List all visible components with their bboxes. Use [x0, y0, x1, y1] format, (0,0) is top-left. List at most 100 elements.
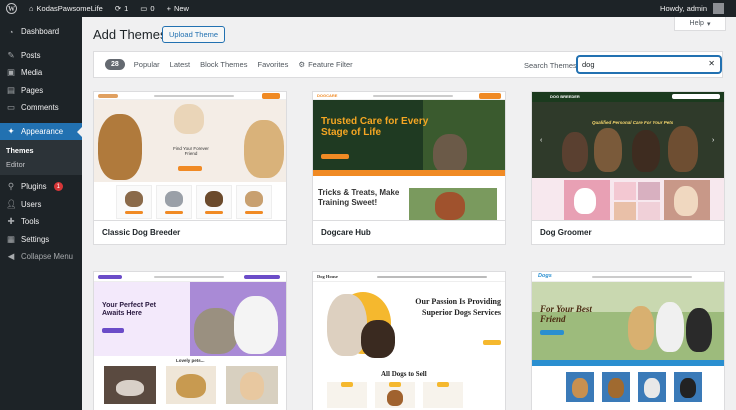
gallery-photo: [664, 180, 710, 220]
screenshot-cta: [321, 154, 349, 159]
theme-screenshot[interactable]: DOG BREEDER Qualified Personal Care For …: [532, 92, 724, 222]
screenshot-header: DOGCARE: [313, 92, 505, 100]
sidebar-item-users[interactable]: 👤︎ Users: [0, 196, 82, 214]
dog-image: [361, 320, 395, 358]
screenshot-logo: DOG BREEDER: [550, 94, 580, 99]
sidebar-item-posts[interactable]: ✎ Posts: [0, 47, 82, 65]
gallery-photo: [614, 202, 636, 220]
theme-card-dog-groomer[interactable]: DOG BREEDER Qualified Personal Care For …: [531, 91, 725, 245]
wordpress-logo-button[interactable]: W: [0, 0, 23, 17]
home-icon: ⌂: [29, 4, 34, 13]
search-value: dog: [582, 60, 595, 69]
avatar: [713, 3, 724, 14]
sidebar-item-plugins[interactable]: ⚲ Plugins 1: [0, 178, 82, 196]
sidebar-item-label: Pages: [21, 85, 44, 95]
sidebar-item-appearance[interactable]: ✦ Appearance: [0, 122, 82, 140]
pin-icon: ✎: [7, 49, 15, 60]
dog-image-center: [174, 104, 204, 134]
theme-screenshot[interactable]: Your Perfect Pet Awaits Here Lovely pets…: [94, 272, 286, 410]
site-name-link[interactable]: ⌂ KodasPawsomeLife: [23, 0, 109, 17]
gallery-photo: [614, 182, 636, 200]
updates-link[interactable]: ⟳ 1: [109, 0, 134, 17]
my-account-link[interactable]: Howdy, admin: [654, 0, 730, 17]
users-icon: 👤︎: [6, 198, 17, 209]
help-label: Help: [689, 20, 704, 27]
product-card: [236, 185, 272, 219]
screenshot-title: Your Perfect Pet Awaits Here: [102, 302, 156, 317]
screenshot-cta: [178, 166, 202, 171]
gallery-photo: [602, 372, 630, 402]
sidebar-item-media[interactable]: ▣ Media: [0, 64, 82, 82]
theme-card-dogcare-hub[interactable]: DOGCARE Trusted Care for Every Stage of …: [312, 91, 506, 245]
theme-card-6[interactable]: Dogs For Your Best Friend: [531, 271, 725, 410]
tools-icon: ✚: [7, 216, 15, 227]
sidebar-item-pages[interactable]: ▤ Pages: [0, 82, 82, 100]
howdy-text: Howdy, admin: [660, 4, 707, 13]
clear-search-icon[interactable]: ✕: [708, 59, 715, 68]
gallery-photo: [566, 372, 594, 402]
sidebar-item-label: Comments: [21, 103, 59, 113]
screenshot-header: [94, 272, 286, 282]
dog-image-left: [98, 114, 142, 180]
plugins-update-badge: 1: [53, 182, 63, 192]
product-photo: [226, 366, 278, 404]
appearance-submenu: Themes Editor: [0, 140, 82, 175]
theme-filter-bar: 28 Popular Latest Block Themes Favorites…: [93, 51, 723, 78]
theme-card-5[interactable]: Dog House Our Passion Is Providing Super…: [312, 271, 506, 410]
filter-popular[interactable]: Popular: [134, 60, 160, 69]
theme-screenshot[interactable]: Dog House Our Passion Is Providing Super…: [313, 272, 505, 410]
search-themes-label: Search Themes: [524, 61, 577, 70]
theme-name[interactable]: Dog Groomer: [532, 220, 724, 244]
screenshot-header: DOG BREEDER: [532, 92, 724, 102]
theme-screenshot[interactable]: Find Your Forever Friend: [94, 92, 286, 222]
screenshot-cta: [102, 328, 124, 333]
slider-next-icon: ›: [712, 137, 715, 144]
dog-image: [562, 132, 588, 172]
updates-icon: ⟳: [114, 4, 122, 13]
sidebar-item-dashboard[interactable]: ◔ Dashboard: [0, 23, 82, 41]
dog-image: [435, 192, 465, 220]
screenshot-header: Dog House: [313, 272, 505, 282]
help-tab-button[interactable]: Help ▾: [674, 17, 726, 31]
upload-theme-button[interactable]: Upload Theme: [162, 26, 226, 43]
submenu-item-editor[interactable]: Editor: [0, 157, 82, 171]
dog-image: [628, 306, 654, 350]
filter-favorites[interactable]: Favorites: [257, 60, 288, 69]
dog-image-right: [244, 120, 284, 178]
plus-icon: +: [166, 4, 171, 13]
new-content-link[interactable]: + New: [161, 0, 195, 17]
admin-bar: W ⌂ KodasPawsomeLife ⟳ 1 ▭ 0 + New Howdy…: [0, 0, 736, 17]
theme-name[interactable]: Classic Dog Breeder: [94, 220, 286, 244]
collapse-menu-button[interactable]: ◀ Collapse Menu: [0, 248, 82, 266]
orange-band: [313, 170, 505, 176]
sidebar-item-label: Tools: [21, 217, 40, 227]
theme-card-classic-dog-breeder[interactable]: Find Your Forever Friend Classic Dog Bre…: [93, 91, 287, 245]
comments-link[interactable]: ▭ 0: [134, 0, 160, 17]
screenshot-cta: [540, 330, 564, 335]
dog-image: [632, 130, 660, 172]
dashboard-icon: ◔: [8, 26, 14, 37]
sidebar-item-label: Collapse Menu: [21, 252, 74, 262]
theme-screenshot[interactable]: DOGCARE Trusted Care for Every Stage of …: [313, 92, 505, 222]
feature-filter-button[interactable]: ⚙ Feature Filter: [298, 60, 352, 69]
sidebar-item-settings[interactable]: ▦ Settings: [0, 231, 82, 249]
filter-latest[interactable]: Latest: [170, 60, 190, 69]
screenshot-title: For Your Best Friend: [540, 304, 592, 324]
sidebar-item-tools[interactable]: ✚ Tools: [0, 213, 82, 231]
sidebar-item-comments[interactable]: ▭ Comments: [0, 99, 82, 117]
sidebar-item-label: Appearance: [21, 126, 64, 136]
settings-icon: ▦: [6, 233, 16, 244]
admin-sidebar: ◔ Dashboard ✎ Posts ▣ Media ▤ Pages ▭ Comment…: [0, 17, 82, 410]
screenshot-header: Dogs: [532, 272, 724, 282]
theme-card-4[interactable]: Your Perfect Pet Awaits Here Lovely pets…: [93, 271, 287, 410]
sidebar-item-label: Dashboard: [21, 27, 60, 37]
filter-block-themes[interactable]: Block Themes: [200, 60, 247, 69]
theme-screenshot[interactable]: Dogs For Your Best Friend: [532, 272, 724, 410]
product-card: [196, 185, 232, 219]
theme-name[interactable]: Dogcare Hub: [313, 220, 505, 244]
search-themes-input[interactable]: dog ✕: [577, 56, 721, 73]
dog-image: [668, 126, 698, 172]
product-card: [327, 382, 367, 408]
product-photo: [104, 366, 156, 404]
submenu-item-themes[interactable]: Themes: [0, 143, 82, 157]
